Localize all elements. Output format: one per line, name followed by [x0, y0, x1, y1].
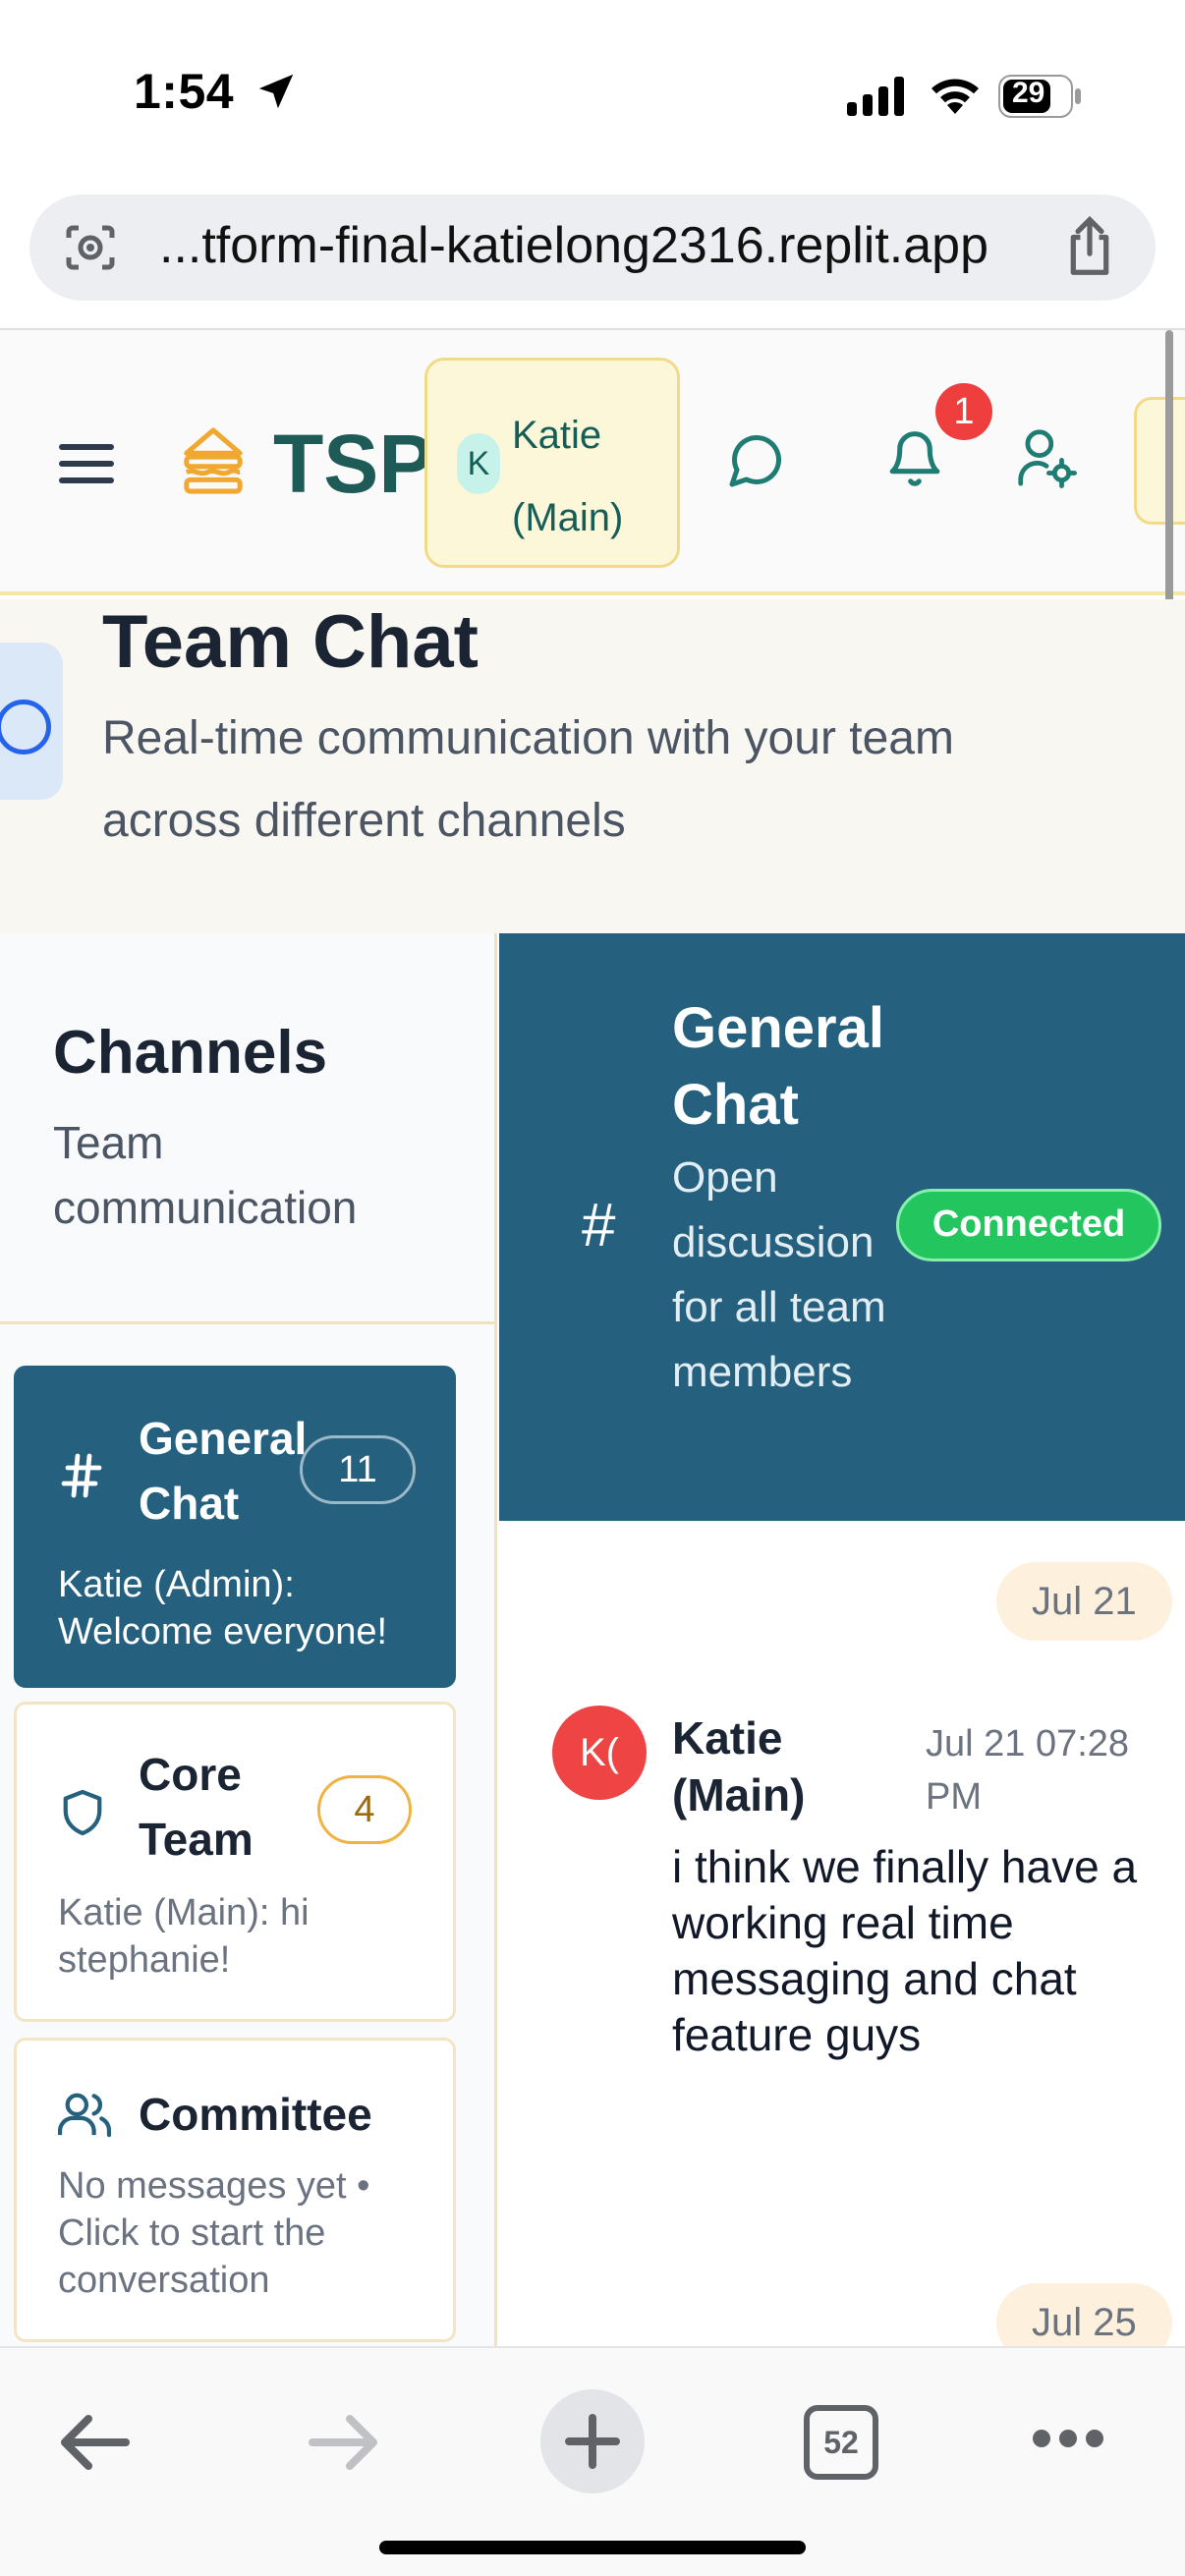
url-text[interactable]: ...tform-final-katielong2316.replit.app [159, 216, 988, 275]
users-icon [58, 2093, 111, 2138]
tabs-button[interactable]: 52 [804, 2405, 878, 2480]
forward-arrow-icon[interactable] [309, 2413, 379, 2472]
page-subtitle: Real-time communication with your team a… [102, 712, 954, 847]
page-title: Team Chat [102, 600, 479, 684]
back-arrow-icon[interactable] [59, 2413, 130, 2472]
menu-icon[interactable] [59, 440, 114, 487]
channel-core-team[interactable]: Core Team 4 Katie (Main): hi stephanie! [14, 1702, 456, 2022]
shield-icon [63, 1789, 102, 1836]
channels-sidebar: Channels Team communication General Chat… [0, 933, 497, 2348]
hash-icon [61, 1453, 102, 1498]
message-author: Katie (Main) [672, 1712, 806, 1820]
header-action-button[interactable] [1134, 397, 1185, 525]
channel-name: General Chat [139, 1413, 308, 1529]
bell-icon[interactable] [884, 426, 945, 491]
more-icon[interactable] [1032, 2427, 1104, 2450]
chat-bubble-icon [0, 643, 63, 800]
unread-count-badge: 4 [317, 1775, 412, 1844]
share-icon[interactable] [1061, 216, 1118, 277]
url-bar[interactable]: ...tform-final-katielong2316.replit.app [29, 195, 1156, 301]
status-bar: 1:54 29 [0, 0, 1185, 187]
user-settings-icon[interactable] [1016, 426, 1077, 489]
user-avatar: K [457, 433, 500, 494]
message-text: i think we finally have a working real t… [672, 1841, 1138, 2060]
location-arrow-icon [258, 74, 294, 109]
camera-search-icon[interactable] [63, 222, 118, 273]
sidebar-title: Channels [53, 1019, 328, 1087]
channel-preview: Katie (Admin): Welcome everyone! [58, 1564, 388, 1652]
message-circle-icon[interactable] [727, 430, 786, 489]
channel-preview: No messages yet • Click to start the con… [58, 2165, 370, 2301]
brand-name[interactable]: TSP [273, 417, 433, 512]
channel-name: Core Team [139, 1749, 254, 1865]
channel-general-chat[interactable]: General Chat 11 Katie (Admin): Welcome e… [14, 1366, 456, 1688]
plus-icon [565, 2414, 620, 2469]
channel-preview: Katie (Main): hi stephanie! [58, 1892, 310, 1981]
chat-header: # General Chat Open discussion for all t… [499, 933, 1185, 1521]
hash-icon: # [582, 1192, 616, 1260]
channel-name: Committee [139, 2089, 372, 2140]
user-name: Katie (Main) [512, 414, 624, 539]
unread-count-badge: 11 [300, 1435, 416, 1504]
date-separator: Jul 21 [996, 1562, 1172, 1641]
wifi-icon [931, 79, 979, 114]
cellular-signal-icon [847, 77, 904, 116]
chat-description: Open discussion for all team members [672, 1153, 886, 1396]
battery-level: 29 [1012, 77, 1045, 109]
page: 1:54 29 ...tform-final-katielong2316.rep… [0, 0, 1185, 2576]
new-tab-button[interactable] [540, 2389, 645, 2493]
page-intro: Team Chat Real-time communication with y… [0, 599, 1185, 933]
sidebar-subtitle: Team communication [53, 1117, 358, 1233]
message-timestamp: Jul 21 07:28 PM [926, 1723, 1130, 1818]
sidebar-header: Channels Team communication [0, 933, 497, 1324]
notification-badge[interactable]: 1 [935, 383, 992, 440]
connection-status-badge: Connected [896, 1189, 1161, 1261]
browser-toolbar: 52 [0, 2346, 1185, 2576]
sandwich-logo-icon [184, 427, 243, 494]
chat-panel: # General Chat Open discussion for all t… [499, 933, 1185, 2362]
chat-title: General Chat [672, 996, 884, 1137]
avatar[interactable]: K( [552, 1706, 647, 1800]
app-header: TSP K Katie (Main) 1 [0, 330, 1185, 595]
user-menu-button[interactable]: K Katie (Main) [424, 358, 680, 568]
channel-committee[interactable]: Committee No messages yet • Click to sta… [14, 2038, 456, 2342]
status-time: 1:54 [134, 64, 235, 119]
home-indicator [379, 2541, 806, 2554]
